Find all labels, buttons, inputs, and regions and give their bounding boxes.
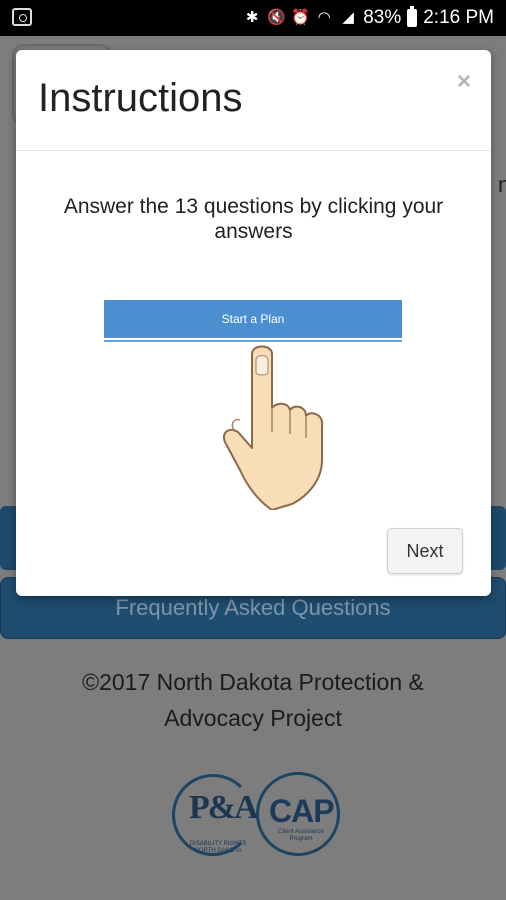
wifi-icon: ◠ xyxy=(317,9,331,26)
next-button[interactable]: Next xyxy=(387,528,463,574)
pa-logo-subtext: DISABILITY RIGHTS NORTH DAKOTA xyxy=(189,841,247,854)
mute-icon: 🔇 xyxy=(267,9,286,26)
screenshot-icon xyxy=(12,8,32,26)
demo-illustration: Start a Plan xyxy=(104,300,404,510)
alarm-icon: ⏰ xyxy=(291,9,310,26)
cap-logo-subtext: Client Assistance Program xyxy=(278,829,324,842)
bluetooth-icon: ✱ xyxy=(245,9,259,26)
pa-logo-text: P&A xyxy=(189,789,259,826)
pointing-hand-icon xyxy=(222,345,324,510)
copyright-text: ©2017 North Dakota Protection & Advocacy… xyxy=(82,669,424,731)
battery-percent: 83% xyxy=(363,7,402,28)
cap-logo: CAP Client Assistance Program xyxy=(256,772,340,856)
pa-logo: P&A DISABILITY RIGHTS NORTH DAKOTA xyxy=(172,774,259,856)
instructions-modal: Instructions × Answer the 13 questions b… xyxy=(16,50,491,596)
modal-title: Instructions xyxy=(38,76,243,120)
clipped-text: n xyxy=(498,172,506,197)
demo-start-plan-button: Start a Plan xyxy=(104,300,402,338)
partner-logos: P&A DISABILITY RIGHTS NORTH DAKOTA CAP C… xyxy=(172,768,342,858)
status-bar: ✱ 🔇 ⏰ ◠ ◢ 83% 2:16 PM xyxy=(0,0,506,36)
cap-logo-text: CAP xyxy=(269,793,335,829)
signal-icon: ◢ xyxy=(342,9,354,26)
clock: 2:16 PM xyxy=(423,7,494,28)
close-icon[interactable]: × xyxy=(457,68,471,96)
battery-icon xyxy=(407,6,418,27)
instruction-text: Answer the 13 questions by clicking your… xyxy=(63,195,444,243)
status-icons: ✱ 🔇 ⏰ ◠ ◢ 83% 2:16 PM xyxy=(243,6,494,30)
modal-header: Instructions × xyxy=(16,50,491,151)
